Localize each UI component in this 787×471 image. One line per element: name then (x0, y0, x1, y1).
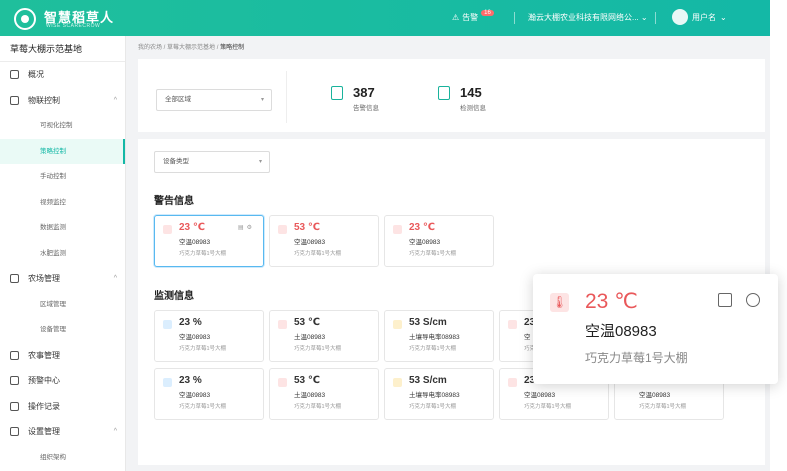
document-icon (10, 70, 19, 79)
monitor-card[interactable]: 23 % 空温08983 巧克力草莓1号大棚 (154, 368, 264, 420)
panel-divider (286, 71, 287, 123)
alarm-label: 告警 (462, 13, 479, 22)
sidebar-subitem-video-monitor[interactable]: 视频监控 (0, 190, 125, 216)
breadcrumb: 我的农场 / 草莓大棚示范基地 / 策略控制 (138, 45, 245, 51)
monitor-card[interactable]: 23 % 空温08983 巧克力草莓1号大棚 (154, 310, 264, 362)
warning-card[interactable]: 53 ℃ 空温08983 巧克力草莓1号大棚 (269, 215, 379, 267)
alarm-stat[interactable]: 387 告警信息 (331, 85, 411, 113)
header-divider (655, 12, 656, 24)
popup-value: 23 ℃ (585, 290, 638, 313)
scarecrow-logo-icon[interactable] (14, 8, 36, 30)
warning-card[interactable]: 23 ℃ 空温08983 巧克力草莓1号大棚 (384, 215, 494, 267)
company-selector[interactable]: 瀚云大棚农业科技有限网络公... ⌄ (528, 12, 648, 23)
soil-temperature-icon (278, 320, 287, 329)
popup-location: 巧克力草莓1号大棚 (585, 351, 688, 365)
sidebar: 草莓大棚示范基地 概况 物联控制 ^ 可视化控制 策略控制 手动控制 视频监控 … (0, 36, 126, 471)
chevron-up-icon: ^ (113, 275, 117, 282)
warning-section-title: 警告信息 (154, 196, 194, 207)
sidebar-subitem-strategy-control[interactable]: 策略控制 (0, 138, 125, 164)
warning-triangle-icon: ⚠ (452, 13, 460, 22)
humidity-icon (163, 320, 172, 329)
breadcrumb-farm[interactable]: 我的农场 (138, 45, 162, 51)
app-window: 智慧稻草人 WISE SCARECROW ⚠ 告警 16 瀚云大棚农业科技有限网… (0, 0, 778, 471)
top-bar: 智慧稻草人 WISE SCARECROW ⚠ 告警 16 瀚云大棚农业科技有限网… (0, 0, 770, 36)
thermometer-icon: 🌡 (550, 293, 569, 312)
table-icon[interactable]: ▤ (238, 225, 247, 231)
calendar-icon (10, 350, 19, 360)
alarm-count-badge: 16 (481, 9, 494, 16)
thermometer-icon (163, 225, 172, 234)
detection-stat[interactable]: 145 检测信息 (438, 85, 518, 113)
sidebar-subitem-fertigation-monitor[interactable]: 水肥监测 (0, 241, 125, 267)
sidebar-item-iot-control[interactable]: 物联控制 ^ (0, 88, 125, 114)
warning-card[interactable]: 23 ℃ 空温08983 巧克力草莓1号大棚 ▤⚙ (154, 215, 264, 267)
thermometer-icon (508, 320, 517, 329)
bank-icon (10, 376, 19, 385)
farm-icon (10, 274, 19, 283)
sidebar-subitem-visual-control[interactable]: 可视化控制 (0, 113, 125, 139)
clipboard-check-icon (438, 86, 450, 100)
header-divider (514, 12, 515, 24)
user-menu[interactable]: 用户名 ⌄ (672, 9, 727, 25)
monitor-section-title: 监测信息 (154, 291, 194, 302)
chevron-down-icon: ▾ (260, 97, 264, 103)
monitor-card[interactable]: 53 S/cm 土壤导电率08983 巧克力草莓1号大棚 (384, 368, 494, 420)
sidebar-item-farming-management[interactable]: 农事管理 (0, 343, 125, 369)
popup-tools (718, 293, 760, 307)
device-type-select[interactable]: 设备类型 ▾ (154, 151, 270, 173)
monitor-card[interactable]: 53 ℃ 土温08983 巧克力草莓1号大棚 (269, 310, 379, 362)
thermometer-icon (278, 225, 287, 234)
summary-panel: 全部区域 ▾ 387 告警信息 145 检测信息 (138, 59, 765, 132)
alarm-button[interactable]: ⚠ 告警 16 (452, 9, 494, 23)
gear-icon[interactable]: ⚙ (247, 225, 255, 231)
settings-icon (10, 427, 19, 436)
sidebar-item-overview[interactable]: 概况 (0, 62, 125, 88)
popup-device-name: 空温08983 (585, 323, 657, 340)
farm-title: 草莓大棚示范基地 (0, 36, 125, 62)
thermometer-icon (508, 378, 517, 387)
card-detail-popup[interactable]: 🌡 23 ℃ 空温08983 巧克力草莓1号大棚 (533, 274, 778, 384)
sidebar-item-operation-log[interactable]: 操作记录 (0, 394, 125, 420)
sidebar-subitem-area-management[interactable]: 区域管理 (0, 292, 125, 318)
user-avatar-icon (672, 9, 688, 25)
sidebar-item-settings[interactable]: 设置管理 ^ (0, 419, 125, 445)
conductivity-icon (393, 378, 402, 387)
soil-temperature-icon (278, 378, 287, 387)
user-name: 用户名 (692, 12, 716, 22)
sidebar-subitem-device-management[interactable]: 设备管理 (0, 317, 125, 343)
edit-icon (10, 401, 19, 411)
sidebar-item-farm-management[interactable]: 农场管理 ^ (0, 266, 125, 292)
sidebar-item-alert-center[interactable]: 预警中心 (0, 368, 125, 394)
breadcrumb-current: 策略控制 (220, 45, 245, 51)
breadcrumb-base[interactable]: 草莓大棚示范基地 (167, 45, 215, 51)
monitor-card[interactable]: 53 ℃ 土温08983 巧克力草莓1号大棚 (269, 368, 379, 420)
card-tools: ▤⚙ (238, 224, 255, 231)
chip-icon (10, 95, 19, 105)
sidebar-subitem-data-monitor[interactable]: 数据监测 (0, 215, 125, 241)
chevron-up-icon: ^ (113, 96, 117, 104)
thermometer-icon (393, 225, 402, 234)
chevron-down-icon: ⌄ (720, 12, 727, 22)
monitor-card[interactable]: 53 S/cm 土壤导电率08983 巧克力草莓1号大棚 (384, 310, 494, 362)
chevron-up-icon: ^ (113, 428, 117, 435)
chevron-down-icon: ⌄ (640, 13, 648, 22)
brand-subtitle: WISE SCARECROW (46, 23, 101, 29)
gear-icon[interactable] (746, 293, 760, 307)
sidebar-subitem-manual-control[interactable]: 手动控制 (0, 164, 125, 190)
area-select[interactable]: 全部区域 ▾ (156, 89, 272, 111)
table-icon[interactable] (718, 293, 732, 307)
humidity-icon (163, 378, 172, 387)
company-name: 瀚云大棚农业科技有限网络公... (528, 13, 639, 22)
conductivity-icon (393, 320, 402, 329)
sidebar-subitem-organization[interactable]: 组织架构 (0, 445, 125, 471)
chevron-down-icon: ▾ (258, 159, 262, 165)
alarm-document-icon (331, 86, 343, 100)
